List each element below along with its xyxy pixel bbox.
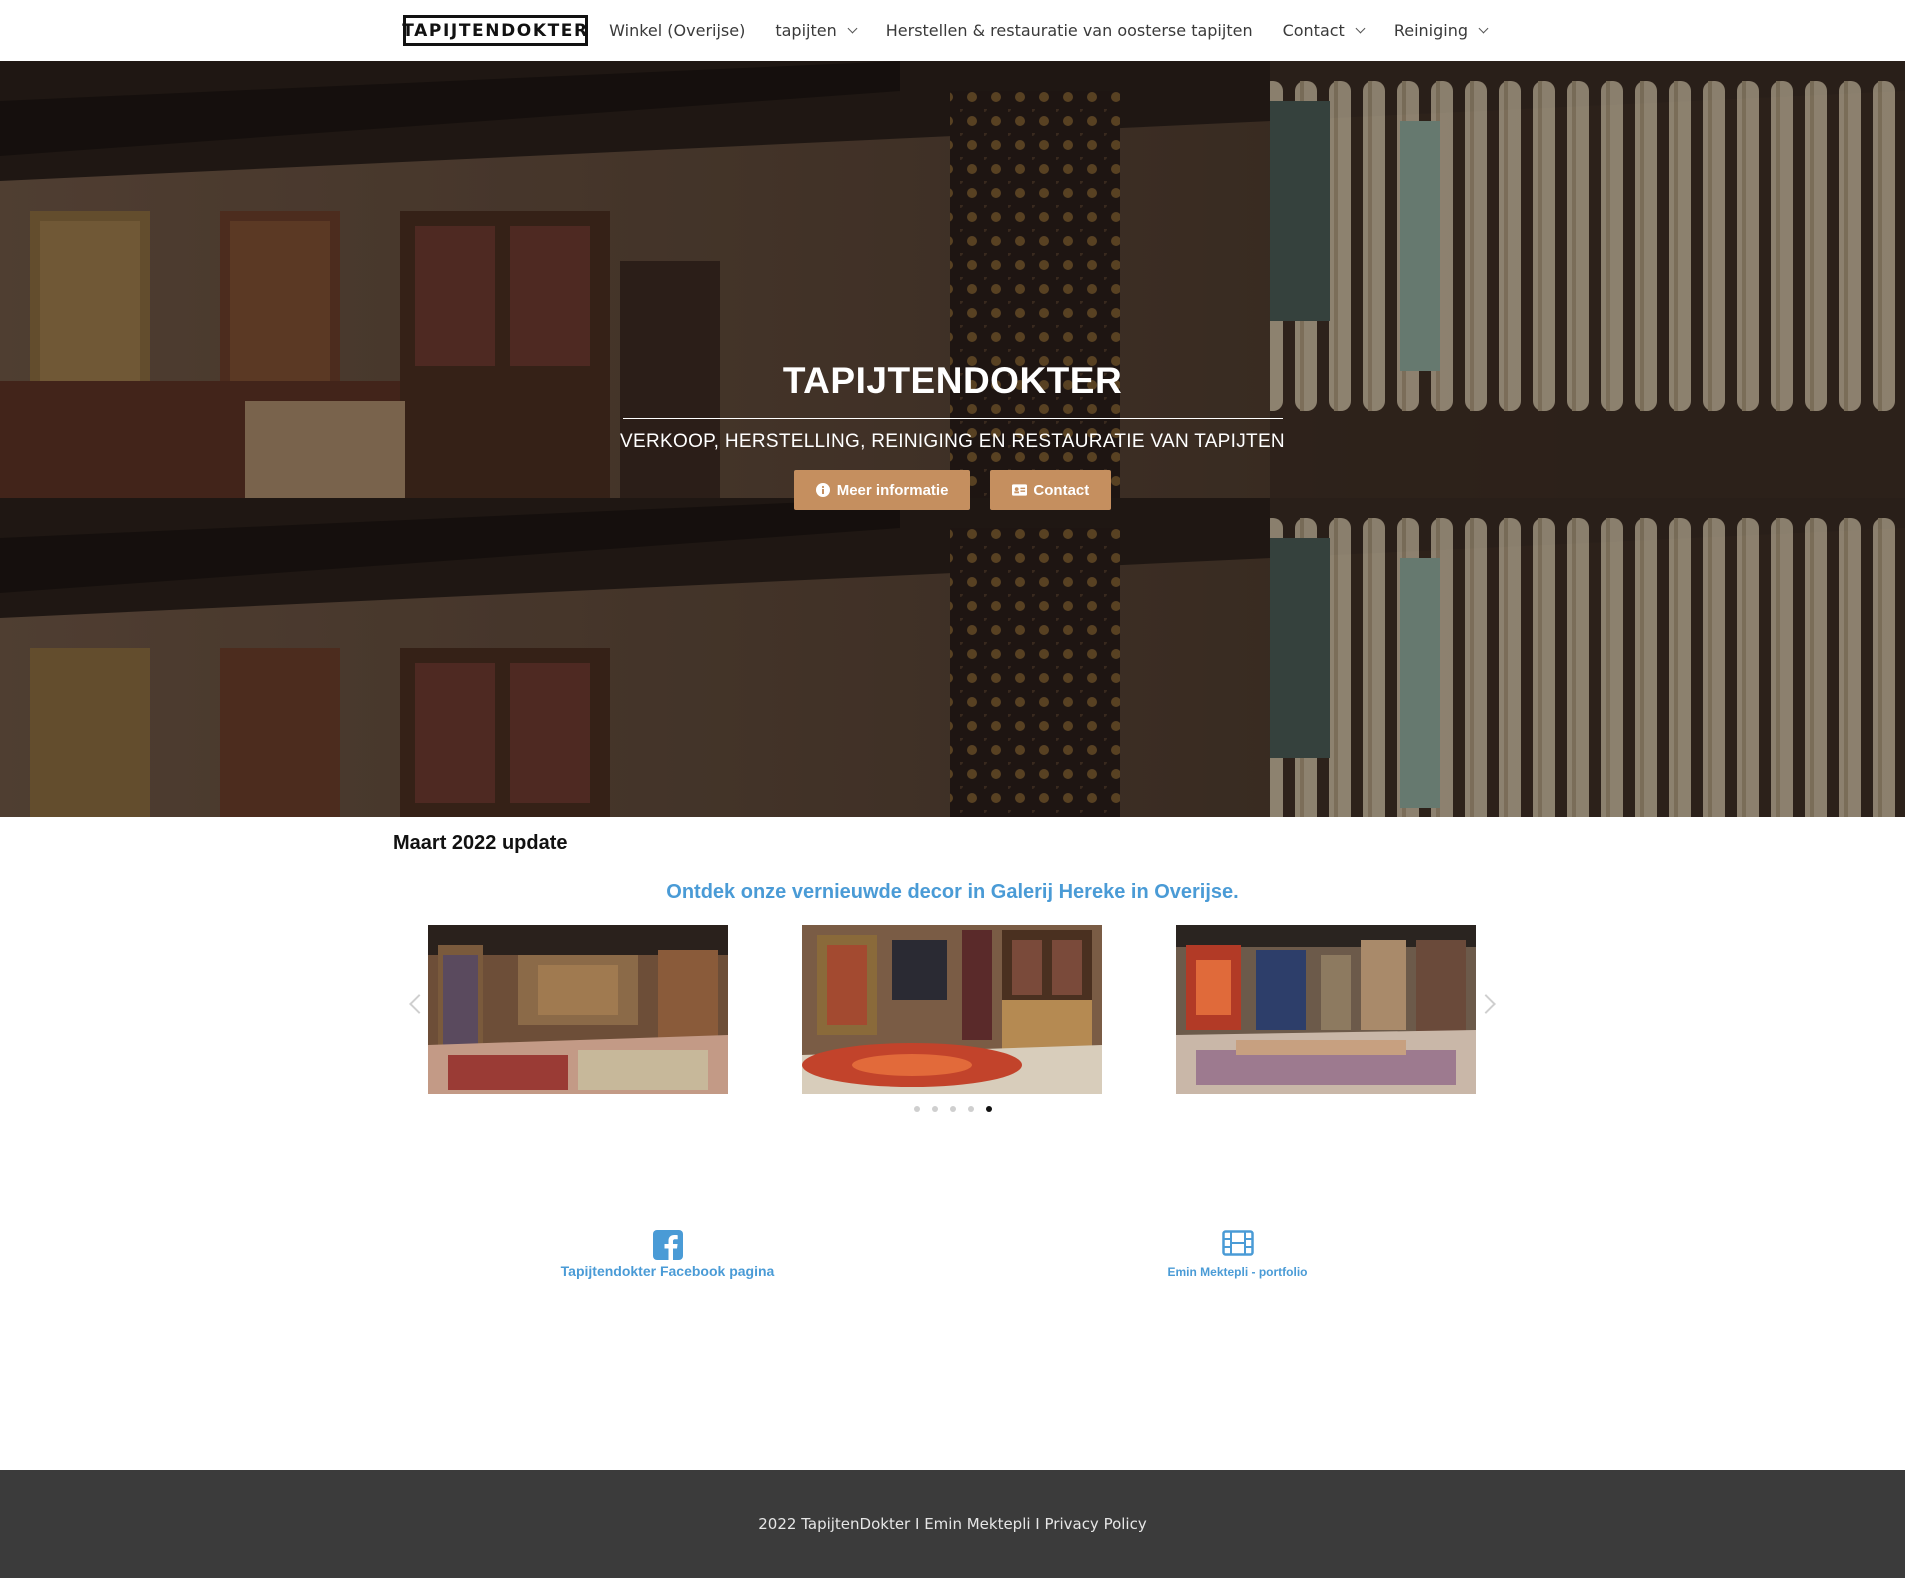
hero-title: TAPIJTENDOKTER: [782, 360, 1123, 401]
hero-divider: [622, 418, 1283, 419]
site-logo[interactable]: TAPIJTENDOKTER: [402, 15, 589, 46]
chevron-down-icon: [1478, 23, 1489, 33]
chevron-down-icon: [847, 23, 858, 33]
gallery-tagline: Ontdek onze vernieuwde decor in Galerij …: [666, 881, 1239, 903]
nav-item-reiniging[interactable]: Reiniging: [1393, 21, 1489, 40]
carousel-dot[interactable]: [967, 1106, 974, 1112]
carousel-dot[interactable]: [931, 1106, 938, 1112]
hero-subtitle: VERKOOP, HERSTELLING, REINIGING EN RESTA…: [620, 431, 1285, 452]
portfolio-link[interactable]: Emin Mektepli - portfolio: [1140, 1230, 1335, 1279]
hero-buttons: Meer informatie Contact: [0, 470, 1905, 510]
meer-informatie-button[interactable]: Meer informatie: [793, 470, 971, 510]
facebook-label: Tapijtendokter Facebook pagina: [560, 1263, 775, 1279]
nav-label: Herstellen & restauratie van oosterse ta…: [885, 21, 1253, 40]
contact-button[interactable]: Contact: [990, 470, 1112, 510]
nav-label: Contact: [1282, 21, 1345, 40]
carousel-slide[interactable]: [428, 925, 728, 1094]
button-label: Contact: [1033, 481, 1090, 499]
carousel-next-arrow[interactable]: [1476, 994, 1496, 1014]
nav-label: Winkel (Overijse): [609, 21, 746, 40]
site-footer: 2022 TapijtenDokter I Emin Mektepli I Pr…: [0, 1470, 1905, 1578]
main-nav: Winkel (Overijse) tapijten Herstellen & …: [609, 0, 1489, 61]
carousel-dot[interactable]: [913, 1106, 920, 1112]
carousel-prev-arrow[interactable]: [409, 994, 429, 1014]
chevron-down-icon: [1355, 23, 1366, 33]
footer-copyright: 2022 TapijtenDokter I Emin Mektepli I Pr…: [758, 1515, 1147, 1533]
carousel-dot-active[interactable]: [985, 1106, 992, 1112]
carousel-slide[interactable]: [1176, 925, 1476, 1094]
facebook-link[interactable]: Tapijtendokter Facebook pagina: [540, 1230, 795, 1279]
nav-item-tapijten[interactable]: tapijten: [775, 21, 858, 40]
image-carousel: [400, 925, 1505, 1115]
logo-text: TAPIJTENDOKTER: [402, 20, 589, 41]
nav-item-herstellen[interactable]: Herstellen & restauratie van oosterse ta…: [886, 21, 1253, 40]
hero-content: TAPIJTENDOKTER VERKOOP, HERSTELLING, REI…: [0, 360, 1905, 510]
nav-item-contact[interactable]: Contact: [1282, 21, 1366, 40]
carousel-dot[interactable]: [949, 1106, 956, 1112]
gallery-photo: [428, 925, 728, 1094]
info-circle-icon: [816, 483, 831, 498]
nav-label: tapijten: [775, 21, 837, 40]
hero-section: TAPIJTENDOKTER VERKOOP, HERSTELLING, REI…: [0, 61, 1905, 817]
film-icon: [1221, 1230, 1254, 1256]
id-card-icon: [1012, 483, 1028, 498]
carousel-pagination: [400, 1106, 1505, 1112]
gallery-photo: [802, 925, 1102, 1094]
carousel-slide[interactable]: [802, 925, 1102, 1094]
button-label: Meer informatie: [836, 481, 949, 499]
site-header: TAPIJTENDOKTER Winkel (Overijse) tapijte…: [0, 0, 1905, 61]
facebook-square-icon: [652, 1230, 683, 1260]
portfolio-label: Emin Mektepli - portfolio: [1167, 1265, 1308, 1279]
nav-label: Reiniging: [1393, 21, 1468, 40]
gallery-photo: [1176, 925, 1476, 1094]
nav-item-winkel[interactable]: Winkel (Overijse): [609, 21, 745, 40]
update-heading: Maart 2022 update: [393, 832, 568, 854]
